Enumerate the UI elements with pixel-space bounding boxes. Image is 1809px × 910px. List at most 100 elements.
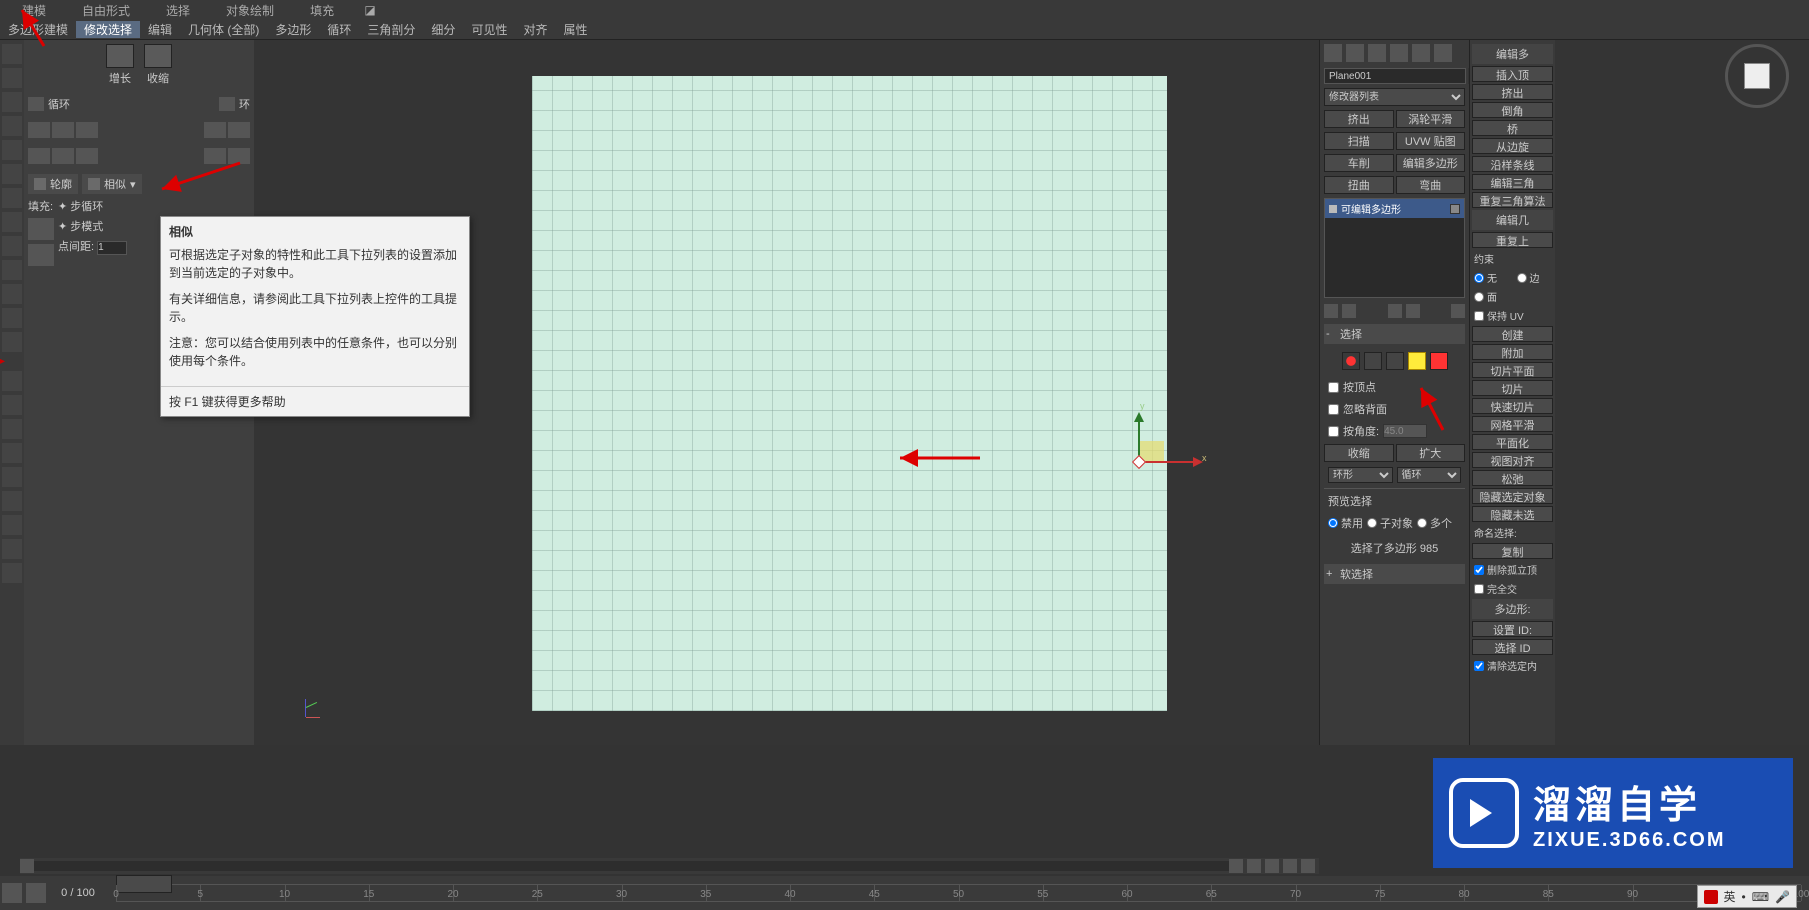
modify-tab-icon[interactable] <box>1346 44 1364 62</box>
transform-gizmo[interactable]: y x <box>1110 415 1210 515</box>
dotint-input[interactable] <box>97 241 127 255</box>
loop-dropdown[interactable]: 环形 <box>1328 467 1393 483</box>
clear-sel-checkbox[interactable] <box>1474 661 1484 671</box>
tool-icon[interactable] <box>2 371 22 391</box>
element-subobj-icon[interactable] <box>1430 352 1448 370</box>
fill-mode-icon[interactable] <box>28 218 54 240</box>
bevel-button[interactable]: 倒角 <box>1472 102 1553 118</box>
stack-item-editablepoly[interactable]: 可编辑多边形 <box>1325 199 1464 218</box>
tool-icon[interactable] <box>2 308 22 328</box>
create-button[interactable]: 创建 <box>1472 326 1553 342</box>
preview-off-radio[interactable]: 禁用 <box>1328 515 1363 531</box>
tool-icon[interactable] <box>2 395 22 415</box>
outline-button[interactable]: 轮廓 <box>28 174 78 194</box>
scroll-right-icon[interactable] <box>1229 859 1243 873</box>
tool-icon[interactable] <box>2 140 22 160</box>
stepmode-icon[interactable]: ✦ <box>58 221 67 233</box>
ring-opt-icon[interactable] <box>228 148 250 164</box>
stack-show-icon[interactable] <box>1450 204 1460 214</box>
scroll-left-icon[interactable] <box>20 859 34 873</box>
time-slider[interactable] <box>116 875 172 893</box>
timeline[interactable]: 0 / 100 05101520253035404550556065707580… <box>0 876 1809 910</box>
selection-rollup-header[interactable]: -选择 <box>1324 324 1465 344</box>
preview-subobj-radio[interactable]: 子对象 <box>1367 515 1413 531</box>
tool-icon[interactable] <box>2 491 22 511</box>
tab-align[interactable]: 对齐 <box>515 21 555 38</box>
nav-icon[interactable] <box>1247 859 1261 873</box>
constraint-face-radio[interactable] <box>1474 292 1484 302</box>
tool-icon[interactable] <box>2 419 22 439</box>
gizmo-x-axis[interactable] <box>1140 461 1200 463</box>
edge-subobj-icon[interactable] <box>1364 352 1382 370</box>
steploop-icon[interactable]: ✦ <box>58 201 67 213</box>
modifier-stack[interactable]: 可编辑多边形 <box>1324 198 1465 298</box>
object-name-input[interactable] <box>1324 68 1466 84</box>
track-key-icon[interactable] <box>26 883 46 903</box>
vertex-subobj-icon[interactable] <box>1342 352 1360 370</box>
track-config-icon[interactable] <box>2 883 22 903</box>
msmooth-button[interactable]: 网格平滑 <box>1472 416 1553 432</box>
tool-icon[interactable] <box>2 212 22 232</box>
motion-tab-icon[interactable] <box>1390 44 1408 62</box>
hide-unsel-button[interactable]: 隐藏未选 <box>1472 506 1553 522</box>
loop-mode-icon[interactable] <box>28 122 50 138</box>
tool-icon[interactable] <box>2 68 22 88</box>
gizmo-xy-plane[interactable] <box>1140 441 1164 461</box>
menu-populate[interactable]: 填充 <box>292 2 352 19</box>
tool-icon[interactable] <box>2 467 22 487</box>
scroll-track[interactable] <box>34 861 1229 871</box>
unique-icon[interactable] <box>1388 304 1402 318</box>
ring-opt-icon[interactable] <box>204 148 226 164</box>
hide-sel-button[interactable]: 隐藏选定对象 <box>1472 488 1553 504</box>
tab-visibility[interactable]: 可见性 <box>463 21 515 38</box>
menu-objectpaint[interactable]: 对象绘制 <box>208 2 292 19</box>
tool-icon[interactable] <box>2 92 22 112</box>
menu-selection[interactable]: 选择 <box>148 2 208 19</box>
tool-icon[interactable] <box>2 164 22 184</box>
fill-mode-icon[interactable] <box>28 244 54 266</box>
tab-subdiv[interactable]: 细分 <box>423 21 463 38</box>
flyout-arrow-icon[interactable]: ▸ <box>0 356 24 367</box>
by-vertex-checkbox[interactable] <box>1328 382 1339 393</box>
slice-plane-button[interactable]: 切片平面 <box>1472 362 1553 378</box>
constraint-none-radio[interactable] <box>1474 273 1484 283</box>
copy-button[interactable]: 复制 <box>1472 543 1553 559</box>
display-tab-icon[interactable] <box>1412 44 1430 62</box>
hierarchy-tab-icon[interactable] <box>1368 44 1386 62</box>
edit-tri-button[interactable]: 编辑三角 <box>1472 174 1553 190</box>
turbosmooth-mod-button[interactable]: 涡轮平滑 <box>1396 110 1466 128</box>
tool-icon[interactable] <box>2 563 22 583</box>
tab-loops[interactable]: 循环 <box>319 21 359 38</box>
sweep-mod-button[interactable]: 扫描 <box>1324 132 1394 150</box>
create-tab-icon[interactable] <box>1324 44 1342 62</box>
retri-button[interactable]: 重复三角算法 <box>1472 192 1553 208</box>
grow-button[interactable]: 增长 <box>106 44 134 86</box>
preview-multi-radio[interactable]: 多个 <box>1417 515 1452 531</box>
config-mod-icon[interactable] <box>1451 304 1465 318</box>
horizontal-scrollbar[interactable] <box>20 858 1319 874</box>
timeline-ruler[interactable]: 0510152025303540455055606570758085909510… <box>116 884 1801 902</box>
ime-icon[interactable] <box>1704 890 1718 904</box>
bridge-button[interactable]: 桥 <box>1472 120 1553 136</box>
extrude-mod-button[interactable]: 挤出 <box>1324 110 1394 128</box>
insert-vertex-button[interactable]: 插入顶 <box>1472 66 1553 82</box>
similar-button[interactable]: 相似 ▾ <box>82 174 142 194</box>
viewport-plane[interactable] <box>532 76 1167 711</box>
tool-icon[interactable] <box>2 332 22 352</box>
stack-vis-icon[interactable] <box>1329 205 1337 213</box>
show-end-icon[interactable] <box>1342 304 1356 318</box>
loop-mode-icon[interactable] <box>76 122 98 138</box>
lathe-mod-button[interactable]: 车削 <box>1324 154 1394 172</box>
loop-mode-icon[interactable] <box>52 122 74 138</box>
repeat-button[interactable]: 重复上 <box>1472 232 1553 248</box>
loop-icon[interactable] <box>28 97 44 111</box>
tab-polymodeling[interactable]: 多边形建模 <box>0 21 76 38</box>
quickslice-button[interactable]: 快速切片 <box>1472 398 1553 414</box>
shrink-button[interactable]: 收缩 <box>144 44 172 86</box>
bend-mod-button[interactable]: 弯曲 <box>1396 176 1466 194</box>
border-subobj-icon[interactable] <box>1386 352 1404 370</box>
ring-dropdown[interactable]: 循环 <box>1397 467 1462 483</box>
relax-button[interactable]: 松弛 <box>1472 470 1553 486</box>
loop-opt-icon[interactable] <box>76 148 98 164</box>
del-iso-checkbox[interactable] <box>1474 565 1484 575</box>
